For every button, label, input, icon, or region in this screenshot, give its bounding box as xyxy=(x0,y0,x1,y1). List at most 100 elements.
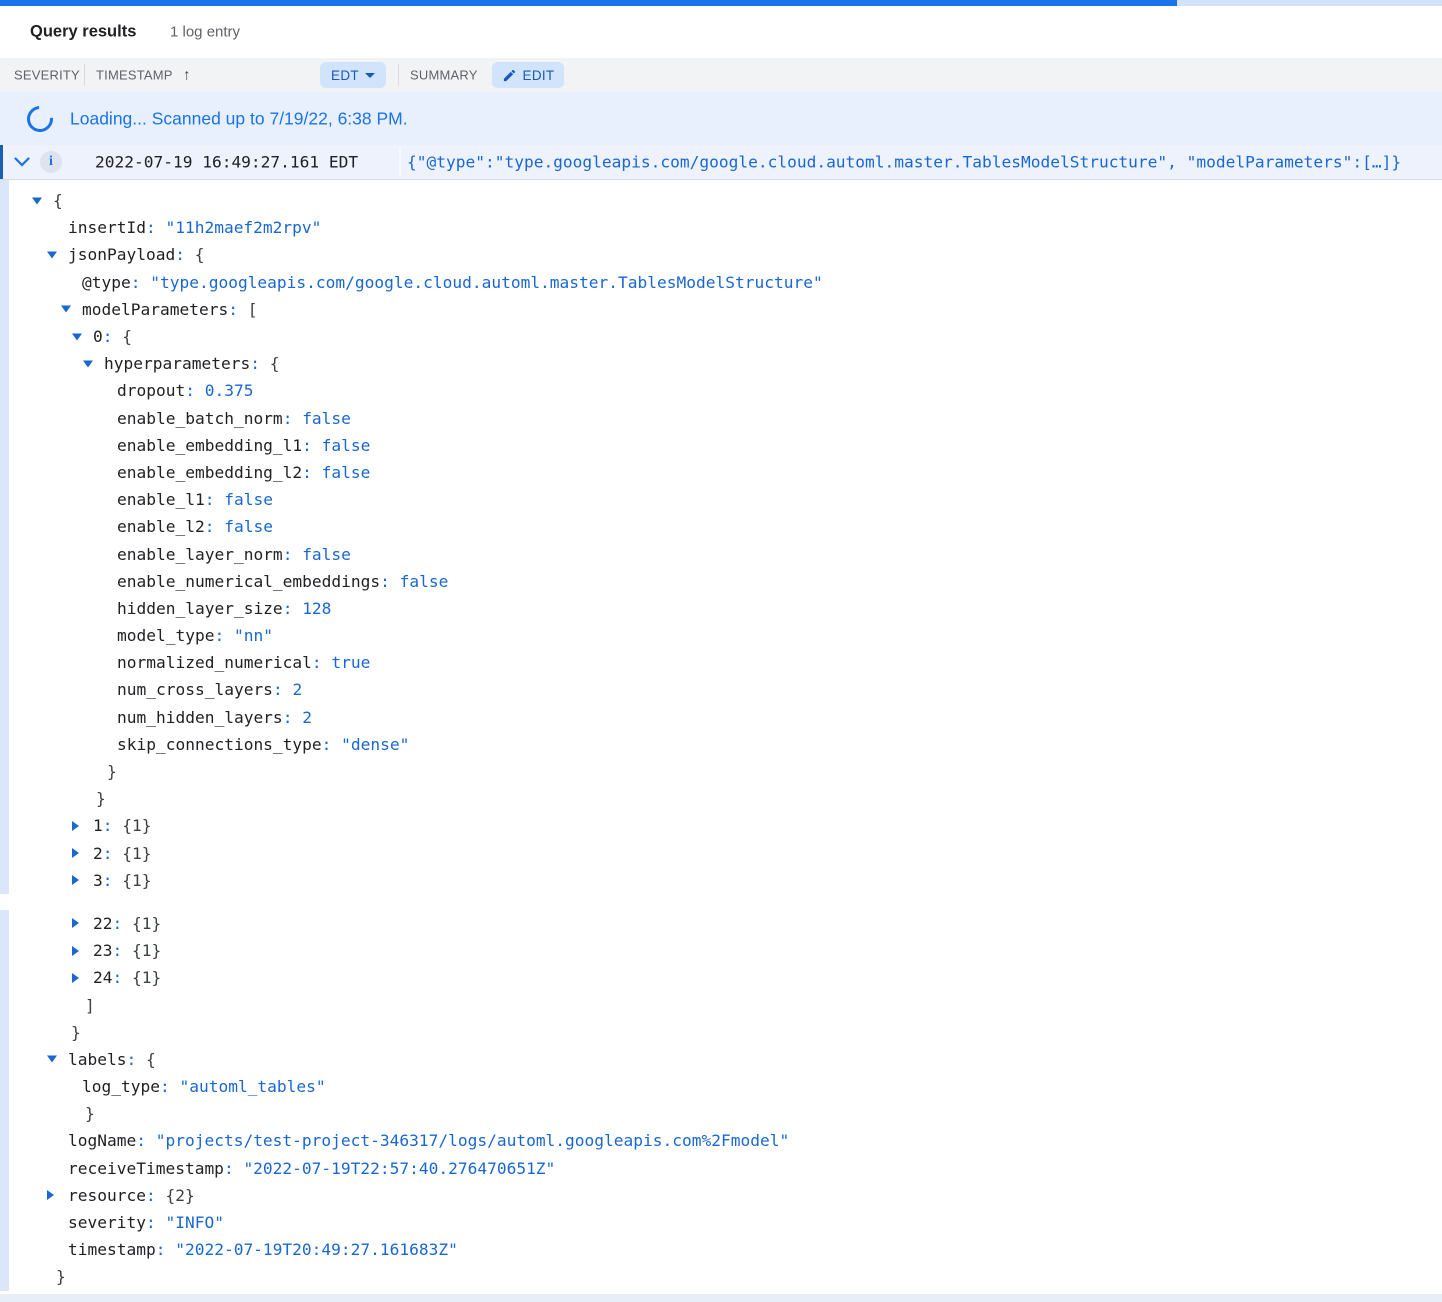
json-line: jsonPayload: { xyxy=(0,241,1442,268)
json-line: enable_layer_norm: false xyxy=(0,540,1442,567)
json-punctuation: {1} xyxy=(132,968,161,987)
json-line: enable_batch_norm: false xyxy=(0,405,1442,432)
collapse-node-icon[interactable] xyxy=(61,306,71,313)
collapse-node-icon[interactable] xyxy=(72,333,82,340)
expand-node-icon[interactable] xyxy=(72,821,79,831)
json-colon: : xyxy=(273,680,293,699)
json-key: enable_l2 xyxy=(117,517,205,536)
json-key: model_type xyxy=(117,626,214,645)
json-punctuation: { xyxy=(195,245,205,264)
json-colon: : xyxy=(205,517,225,536)
json-punctuation: { xyxy=(122,327,132,346)
json-key: resource xyxy=(68,1186,146,1205)
json-line: 22: {1} xyxy=(0,910,1442,937)
json-colon: : xyxy=(131,273,151,292)
entry-timestamp[interactable]: 2022-07-19 16:49:27.161 EDT xyxy=(95,153,358,172)
results-toolbar: SEVERITY TIMESTAMP ↑ EDT SUMMARY EDIT xyxy=(0,58,1442,92)
json-line: 24: {1} xyxy=(0,964,1442,991)
info-severity-icon[interactable]: i xyxy=(40,151,62,173)
json-line: } xyxy=(0,785,1442,812)
json-colon: : xyxy=(185,381,205,400)
json-value: 2 xyxy=(302,708,312,727)
json-value: false xyxy=(322,436,371,455)
json-key: insertId xyxy=(68,218,146,237)
loading-spinner-icon xyxy=(22,100,59,137)
json-value: 0.375 xyxy=(205,381,254,400)
expand-node-icon[interactable] xyxy=(72,946,79,956)
json-punctuation: { xyxy=(270,354,280,373)
log-entry-row[interactable]: i 2022-07-19 16:49:27.161 EDT {"@type":"… xyxy=(0,145,1442,180)
json-colon: : xyxy=(113,941,133,960)
json-key: num_hidden_layers xyxy=(117,708,283,727)
json-value: 2 xyxy=(292,680,302,699)
json-key: severity xyxy=(68,1213,146,1232)
column-header-severity: SEVERITY xyxy=(14,68,80,83)
tree-block-gap xyxy=(0,894,1442,910)
json-key: hidden_layer_size xyxy=(117,599,283,618)
next-row-edge xyxy=(0,1294,1442,1302)
expand-node-icon[interactable] xyxy=(72,973,79,983)
expand-node-icon[interactable] xyxy=(47,1190,54,1200)
collapse-node-icon[interactable] xyxy=(47,1056,57,1063)
json-value: "automl_tables" xyxy=(179,1077,325,1096)
json-value: "projects/test-project-346317/logs/autom… xyxy=(156,1131,789,1150)
json-key: 23 xyxy=(93,941,113,960)
json-colon: : xyxy=(136,1131,156,1150)
expand-node-icon[interactable] xyxy=(72,848,79,858)
collapse-node-icon[interactable] xyxy=(47,251,57,258)
json-punctuation: {1} xyxy=(122,871,151,890)
json-line: ] xyxy=(0,991,1442,1018)
json-colon: : xyxy=(156,1240,176,1259)
edit-summary-button[interactable]: EDIT xyxy=(492,62,564,88)
expand-node-icon[interactable] xyxy=(72,918,79,928)
json-colon: : xyxy=(103,816,123,835)
json-punctuation: } xyxy=(85,1104,95,1123)
json-line: 1: {1} xyxy=(0,812,1442,839)
json-line: enable_embedding_l2: false xyxy=(0,459,1442,486)
json-line: receiveTimestamp: "2022-07-19T22:57:40.2… xyxy=(0,1155,1442,1182)
json-line: num_hidden_layers: 2 xyxy=(0,704,1442,731)
json-key: enable_l1 xyxy=(117,490,205,509)
json-line: skip_connections_type: "dense" xyxy=(0,731,1442,758)
json-line: logName: "projects/test-project-346317/l… xyxy=(0,1127,1442,1154)
timezone-chip[interactable]: EDT xyxy=(320,62,386,88)
json-key: num_cross_layers xyxy=(117,680,273,699)
loading-banner: Loading... Scanned up to 7/19/22, 6:38 P… xyxy=(0,92,1442,145)
page-title: Query results xyxy=(30,23,136,42)
json-line: 3: {1} xyxy=(0,867,1442,894)
json-colon: : xyxy=(224,1159,244,1178)
collapse-node-icon[interactable] xyxy=(32,197,42,204)
json-line: } xyxy=(0,758,1442,785)
json-value: false xyxy=(302,545,351,564)
json-line: dropout: 0.375 xyxy=(0,377,1442,404)
json-punctuation: {1} xyxy=(132,941,161,960)
expand-node-icon[interactable] xyxy=(72,875,79,885)
json-colon: : xyxy=(283,599,303,618)
json-value: "INFO" xyxy=(165,1213,223,1232)
json-punctuation: {2} xyxy=(165,1186,194,1205)
json-line: 0: { xyxy=(0,323,1442,350)
json-line: enable_l1: false xyxy=(0,486,1442,513)
json-colon: : xyxy=(302,463,322,482)
entry-summary[interactable]: {"@type":"type.googleapis.com/google.clo… xyxy=(407,153,1438,172)
json-colon: : xyxy=(103,327,123,346)
json-line: 2: {1} xyxy=(0,840,1442,867)
json-line: timestamp: "2022-07-19T20:49:27.161683Z" xyxy=(0,1236,1442,1263)
json-line: 23: {1} xyxy=(0,937,1442,964)
collapse-entry-chevron-icon[interactable] xyxy=(14,158,30,167)
json-value: false xyxy=(224,517,273,536)
json-line: num_cross_layers: 2 xyxy=(0,676,1442,703)
json-value: false xyxy=(400,572,449,591)
column-header-timestamp[interactable]: TIMESTAMP xyxy=(96,68,173,83)
json-line: modelParameters: [ xyxy=(0,296,1442,323)
log-entry-count: 1 log entry xyxy=(170,24,240,41)
json-punctuation: } xyxy=(107,762,117,781)
json-line: enable_numerical_embeddings: false xyxy=(0,568,1442,595)
json-punctuation: { xyxy=(53,191,63,210)
json-line: hidden_layer_size: 128 xyxy=(0,595,1442,622)
json-key: 2 xyxy=(93,844,103,863)
json-punctuation: {1} xyxy=(122,844,151,863)
sort-ascending-icon[interactable]: ↑ xyxy=(183,67,191,84)
json-key: log_type xyxy=(82,1077,160,1096)
collapse-node-icon[interactable] xyxy=(83,360,93,367)
